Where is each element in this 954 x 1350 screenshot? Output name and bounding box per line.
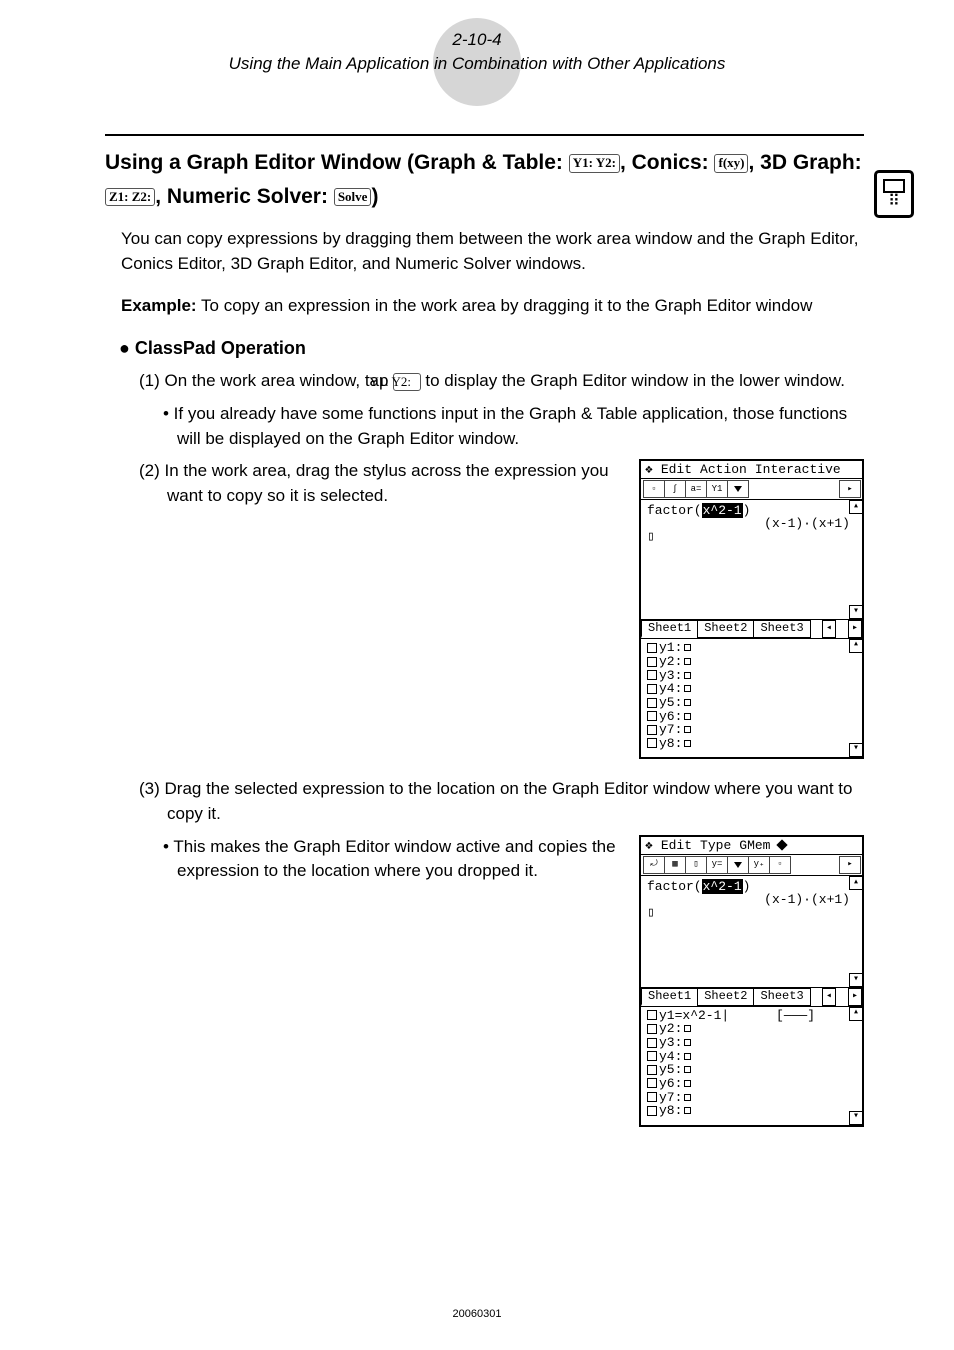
tab-right-arrow[interactable]: ▸ (848, 620, 862, 638)
fig2-toolbar: ⤾ ▦ ▯ y= y₊ ▫ ▸ (641, 855, 862, 876)
scroll-down-icon[interactable]: ▾ (849, 605, 863, 619)
fig1-tabs: Sheet1 Sheet2 Sheet3 ◂ ▸ (641, 620, 862, 639)
heading-text-2: , Conics: (620, 151, 715, 174)
figure-2: ❖ Edit Type GMem ⤾ ▦ ▯ y= y₊ ▫ ▸ factor(… (639, 835, 864, 1127)
3d-graph-icon: Z1: Z2: (105, 188, 155, 207)
calculator-icon (874, 170, 914, 218)
fig2-menu-bar: ❖ Edit Type GMem (641, 837, 862, 855)
conics-icon: f(xy) (714, 154, 748, 173)
step-3-bullet: • This makes the Graph Editor window act… (163, 835, 631, 884)
fig1-menu-icon[interactable]: ❖ (645, 463, 653, 476)
fig2-menu-edit[interactable]: Edit (661, 839, 692, 852)
toolbar-button[interactable] (727, 480, 749, 498)
tab-sheet3[interactable]: Sheet3 (753, 988, 810, 1006)
scroll-down-icon[interactable]: ▾ (849, 973, 863, 987)
tab-left-arrow[interactable]: ◂ (822, 620, 836, 638)
page-header: 2-10-4 Using the Main Application in Com… (0, 0, 954, 74)
toolbar-more[interactable]: ▸ (839, 856, 861, 874)
toolbar-more[interactable]: ▸ (839, 480, 861, 498)
section-heading: Using a Graph Editor Window (Graph & Tab… (105, 146, 864, 213)
toolbar-button[interactable]: y₊ (748, 856, 770, 874)
toolbar-button[interactable]: ▦ (664, 856, 686, 874)
toolbar-button[interactable]: y= (706, 856, 728, 874)
footer-date: 20060301 (0, 1308, 954, 1320)
tab-sheet1[interactable]: Sheet1 (641, 620, 698, 638)
toolbar-button[interactable]: ▯ (685, 856, 707, 874)
fig2-expr-prefix: factor( (647, 879, 702, 894)
fig2-tabs: Sheet1 Sheet2 Sheet3 ◂ ▸ (641, 988, 862, 1007)
y-row[interactable]: y8: (659, 1103, 682, 1118)
fig1-expr-prefix: factor( (647, 503, 702, 518)
step-1: (1) On the work area window, tap Y1: Y2:… (139, 369, 864, 394)
fig1-menu-edit[interactable]: Edit (661, 463, 692, 476)
scroll-down-icon[interactable]: ▾ (849, 1111, 863, 1125)
operation-heading: ● ClassPad Operation (119, 338, 864, 359)
y-row[interactable]: y8: (659, 736, 682, 751)
fig1-ylist[interactable]: y1: y2: y3: y4: y5: y6: y7: y8: ▴ ▾ (641, 639, 862, 757)
toolbar-button[interactable] (727, 856, 749, 874)
fig2-result: (x-1)·(x+1) (647, 893, 856, 906)
fig1-menu-interactive[interactable]: Interactive (755, 463, 841, 476)
tab-sheet2[interactable]: Sheet2 (697, 988, 754, 1006)
step-3: (3) Drag the selected expression to the … (139, 777, 864, 826)
scroll-up-icon[interactable]: ▴ (849, 639, 863, 653)
scroll-up-icon[interactable]: ▴ (849, 500, 863, 514)
fig2-work-area[interactable]: factor(x^2-1) (x-1)·(x+1) ▯ ▴ ▾ (641, 876, 862, 988)
toolbar-button[interactable]: ▫ (769, 856, 791, 874)
heading-text-1: Using a Graph Editor Window (Graph & Tab… (105, 151, 569, 174)
step1-text-b: to display the Graph Editor window in th… (421, 371, 845, 390)
page-number: 2-10-4 (0, 30, 954, 50)
fig1-toolbar: ▫ ∫ a= Y1 ▸ (641, 479, 862, 500)
content: Using a Graph Editor Window (Graph & Tab… (0, 74, 954, 1127)
fig2-expr-suffix: ) (743, 879, 751, 894)
page-subtitle: Using the Main Application in Combinatio… (0, 54, 954, 74)
graph-editor-inline-icon: Y1: Y2: (393, 373, 421, 392)
scroll-down-icon[interactable]: ▾ (849, 743, 863, 757)
figure-1: ❖ Edit Action Interactive ▫ ∫ a= Y1 ▸ fa… (639, 459, 864, 759)
tab-sheet1[interactable]: Sheet1 (641, 988, 698, 1006)
graph-table-icon: Y1: Y2: (569, 154, 620, 173)
step1-text-a: (1) On the work area window, tap (139, 371, 393, 390)
heading-text-5: ) (371, 185, 378, 208)
tab-sheet3[interactable]: Sheet3 (753, 620, 810, 638)
graph-style-hint: [———] (776, 1008, 815, 1023)
heading-text-3: , 3D Graph: (748, 151, 861, 174)
fig2-ylist[interactable]: y1=x^2-1| [———] y2: y3: y4: y5: y6: y7: … (641, 1007, 862, 1125)
scroll-up-icon[interactable]: ▴ (849, 1007, 863, 1021)
heading-text-4: , Numeric Solver: (155, 185, 334, 208)
fig1-menu-bar: ❖ Edit Action Interactive (641, 461, 862, 479)
fig1-expr-suffix: ) (743, 503, 751, 518)
fig2-menu-gmem[interactable]: GMem (739, 839, 770, 852)
fig2-menu-icon[interactable]: ❖ (645, 839, 653, 852)
tab-sheet2[interactable]: Sheet2 (697, 620, 754, 638)
fig1-result: (x-1)·(x+1) (647, 517, 856, 530)
section-rule (105, 134, 864, 136)
intro-paragraph: You can copy expressions by dragging the… (121, 227, 864, 276)
fig1-work-area[interactable]: factor(x^2-1) (x-1)·(x+1) ▯ ▴ ▾ (641, 500, 862, 620)
tab-right-arrow[interactable]: ▸ (848, 988, 862, 1006)
toolbar-button[interactable]: Y1 (706, 480, 728, 498)
toolbar-button[interactable]: ∫ (664, 480, 686, 498)
step-1-bullet: • If you already have some functions inp… (163, 402, 864, 451)
solver-icon: Solve (334, 188, 372, 207)
toolbar-button[interactable]: ▫ (643, 480, 665, 498)
fig2-menu-diamond[interactable] (778, 839, 786, 852)
fig2-menu-type[interactable]: Type (700, 839, 731, 852)
toolbar-button[interactable]: a= (685, 480, 707, 498)
example-label: Example: (121, 296, 197, 315)
example-line: Example: To copy an expression in the wo… (121, 296, 864, 316)
example-text: To copy an expression in the work area b… (197, 296, 813, 315)
tab-left-arrow[interactable]: ◂ (822, 988, 836, 1006)
fig2-expr-selected: x^2-1 (702, 879, 743, 894)
toolbar-button[interactable]: ⤾ (643, 856, 665, 874)
fig1-menu-action[interactable]: Action (700, 463, 747, 476)
step-2: (2) In the work area, drag the stylus ac… (139, 459, 631, 508)
fig1-expr-selected: x^2-1 (702, 503, 743, 518)
scroll-up-icon[interactable]: ▴ (849, 876, 863, 890)
